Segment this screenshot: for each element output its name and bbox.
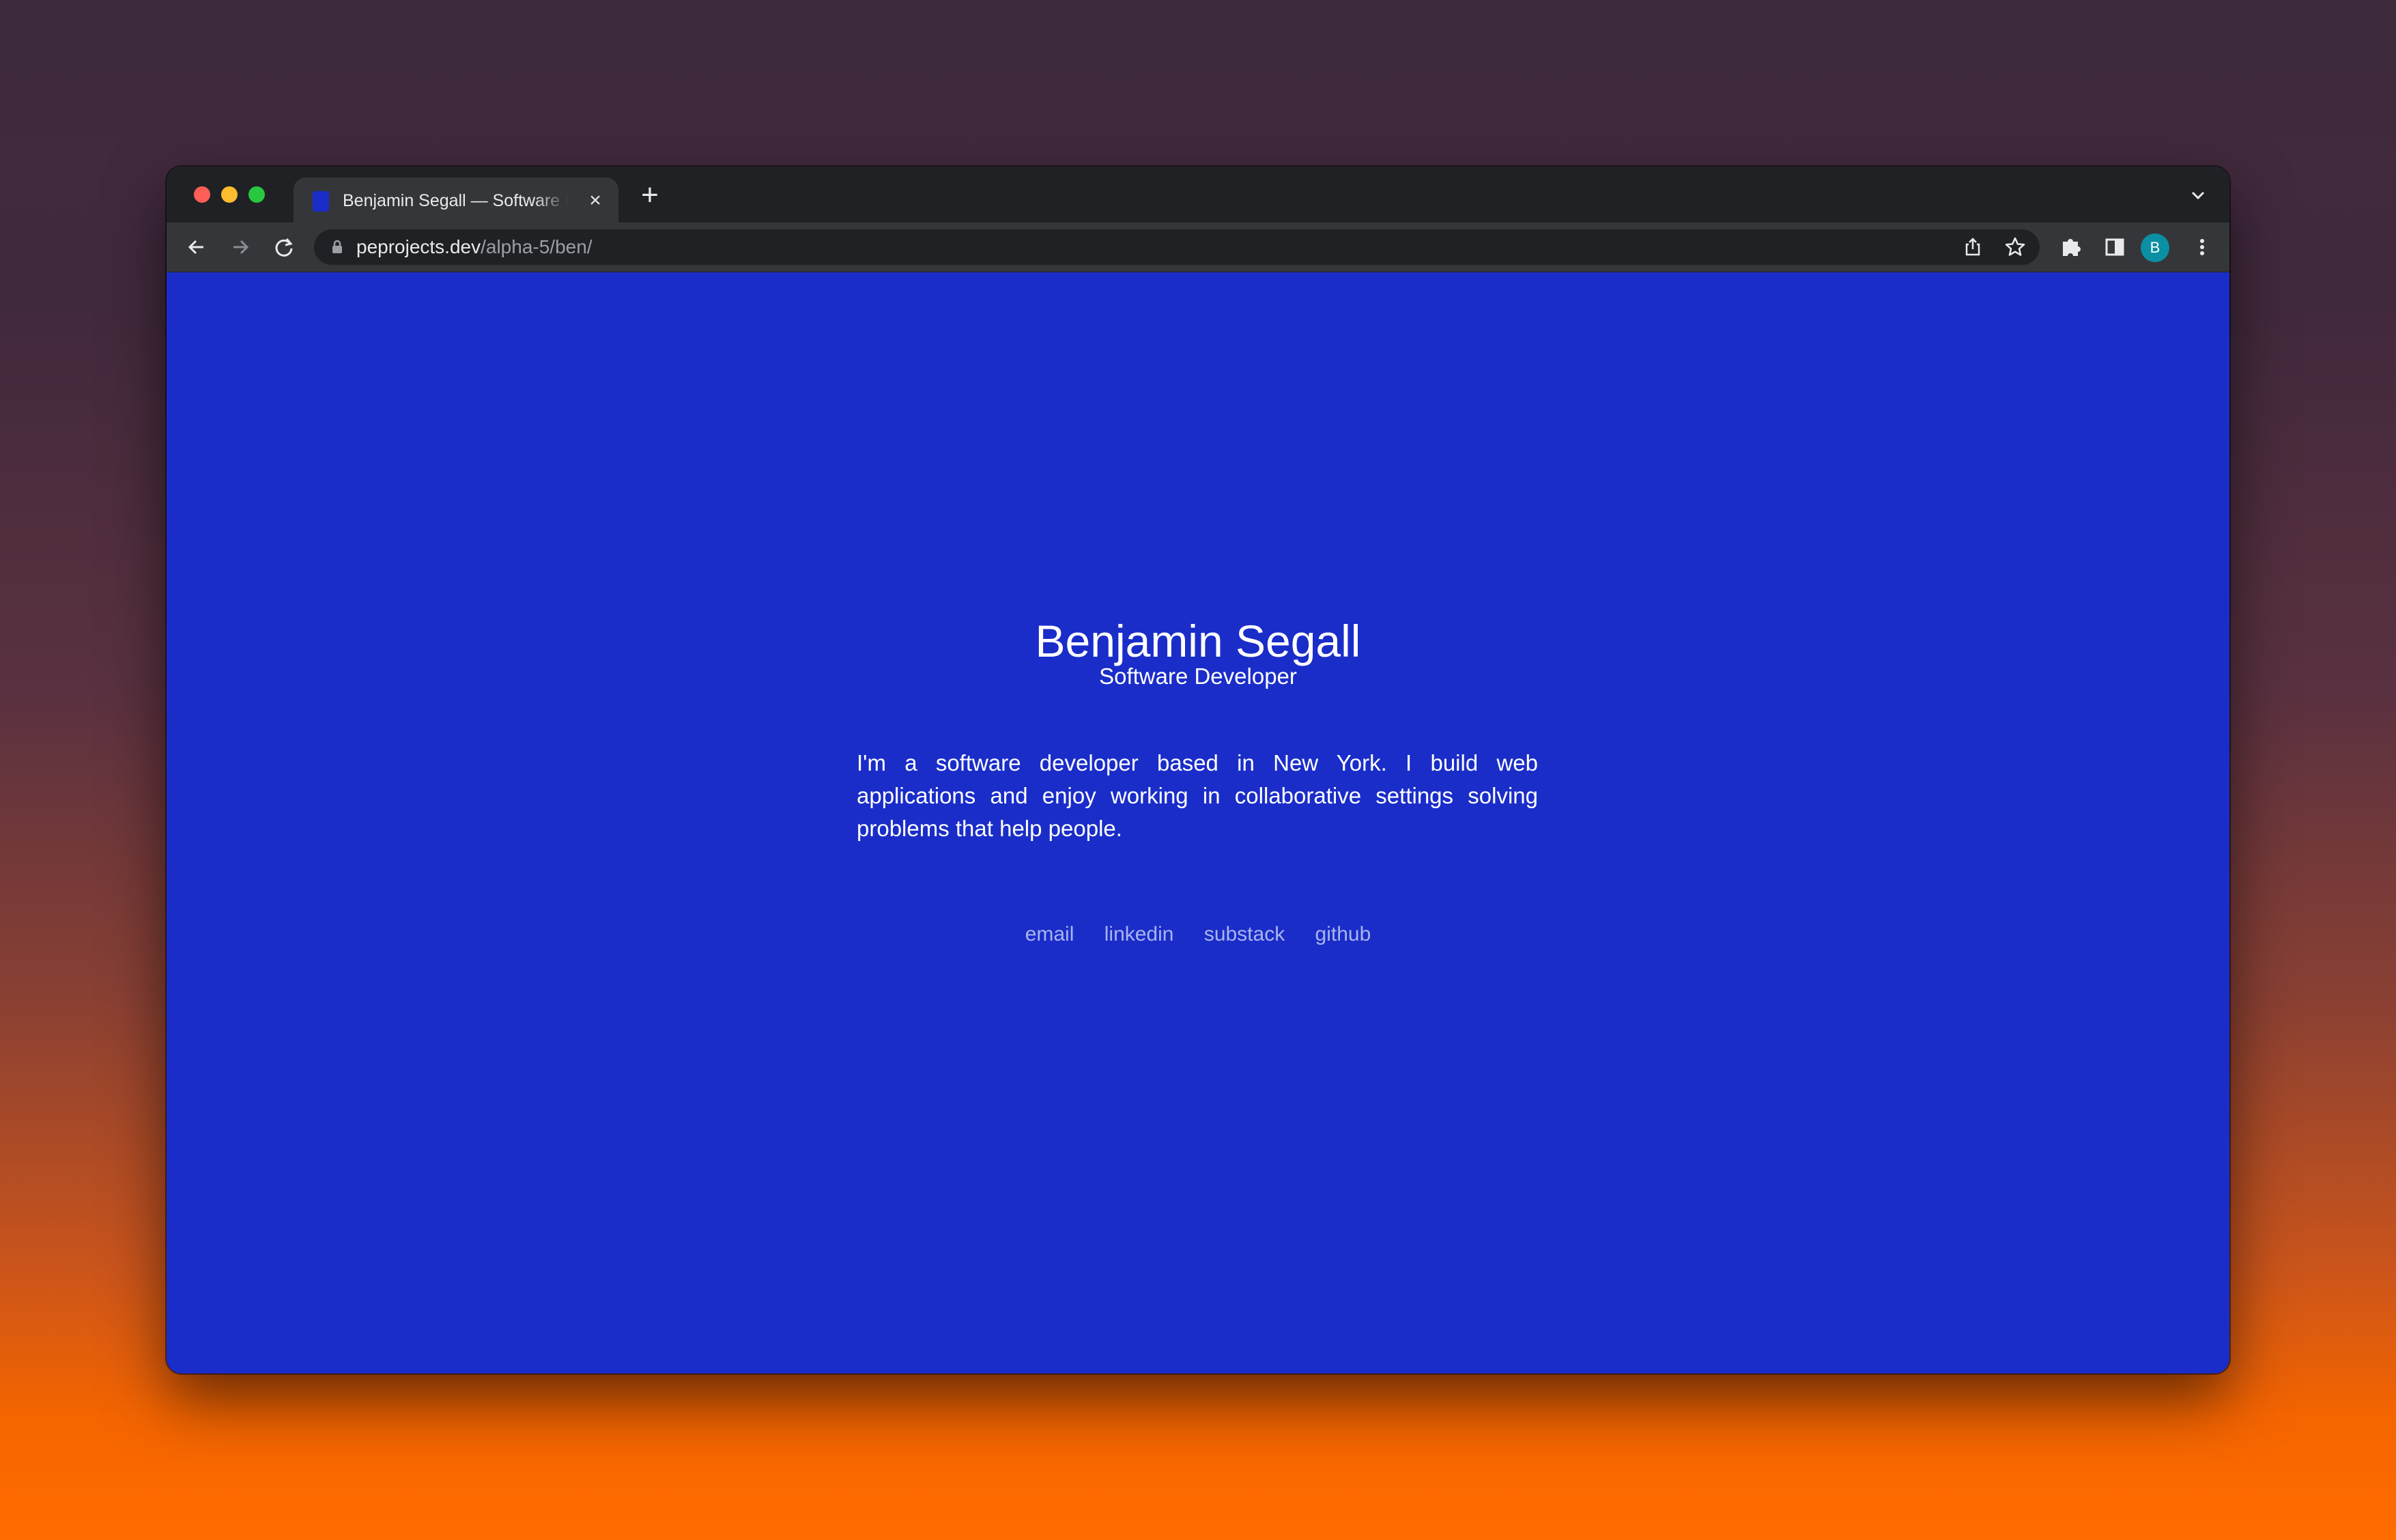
arrow-right-icon[interactable]	[227, 233, 254, 261]
lock-icon[interactable]	[329, 239, 345, 255]
tab-active[interactable]: Benjamin Segall — Software Developer ×	[294, 177, 618, 223]
page-title: Benjamin Segall	[1035, 616, 1361, 666]
url-path: /alpha-5/ben/	[481, 236, 593, 257]
browser-window: Benjamin Segall — Software Developer × +…	[167, 167, 2229, 1373]
person-favicon-icon	[313, 191, 329, 212]
bio-paragraph: I'm a software developer based in New Yo…	[857, 750, 1538, 841]
minimize-window-button[interactable]	[221, 186, 238, 203]
address-bar[interactable]: peprojects.dev/alpha-5/ben/	[314, 229, 2040, 265]
close-window-button[interactable]	[194, 186, 210, 203]
social-links: email linkedin substack github	[167, 921, 2229, 948]
page-content: Benjamin Segall Software Developer I'm a…	[167, 272, 2229, 1373]
reload-icon[interactable]	[270, 233, 298, 261]
url-host: peprojects.dev	[356, 236, 481, 257]
arrow-left-icon[interactable]	[183, 233, 210, 261]
email-link[interactable]: email	[1025, 923, 1074, 945]
tab-title: Benjamin Segall — Software Developer	[343, 191, 568, 210]
browser-toolbar: peprojects.dev/alpha-5/ben/ B	[167, 223, 2229, 272]
github-link[interactable]: github	[1315, 923, 1371, 945]
kebab-menu-icon[interactable]	[2188, 233, 2216, 261]
url-text[interactable]: peprojects.dev/alpha-5/ben/	[356, 236, 593, 258]
plus-icon[interactable]: +	[636, 180, 664, 210]
star-icon[interactable]	[2003, 235, 2027, 259]
page-subtitle: Software Developer	[1099, 664, 1297, 689]
linkedin-link[interactable]: linkedin	[1104, 923, 1174, 945]
tab-bar: Benjamin Segall — Software Developer × +	[167, 167, 2229, 223]
side-panel-icon[interactable]	[2101, 233, 2128, 261]
share-icon[interactable]	[1960, 235, 1985, 259]
maximize-window-button[interactable]	[248, 186, 265, 203]
puzzle-icon[interactable]	[2057, 233, 2085, 261]
avatar[interactable]: B	[2141, 233, 2169, 262]
close-icon[interactable]: ×	[584, 190, 606, 212]
chevron-down-icon[interactable]	[2186, 183, 2210, 208]
substack-link[interactable]: substack	[1204, 923, 1285, 945]
